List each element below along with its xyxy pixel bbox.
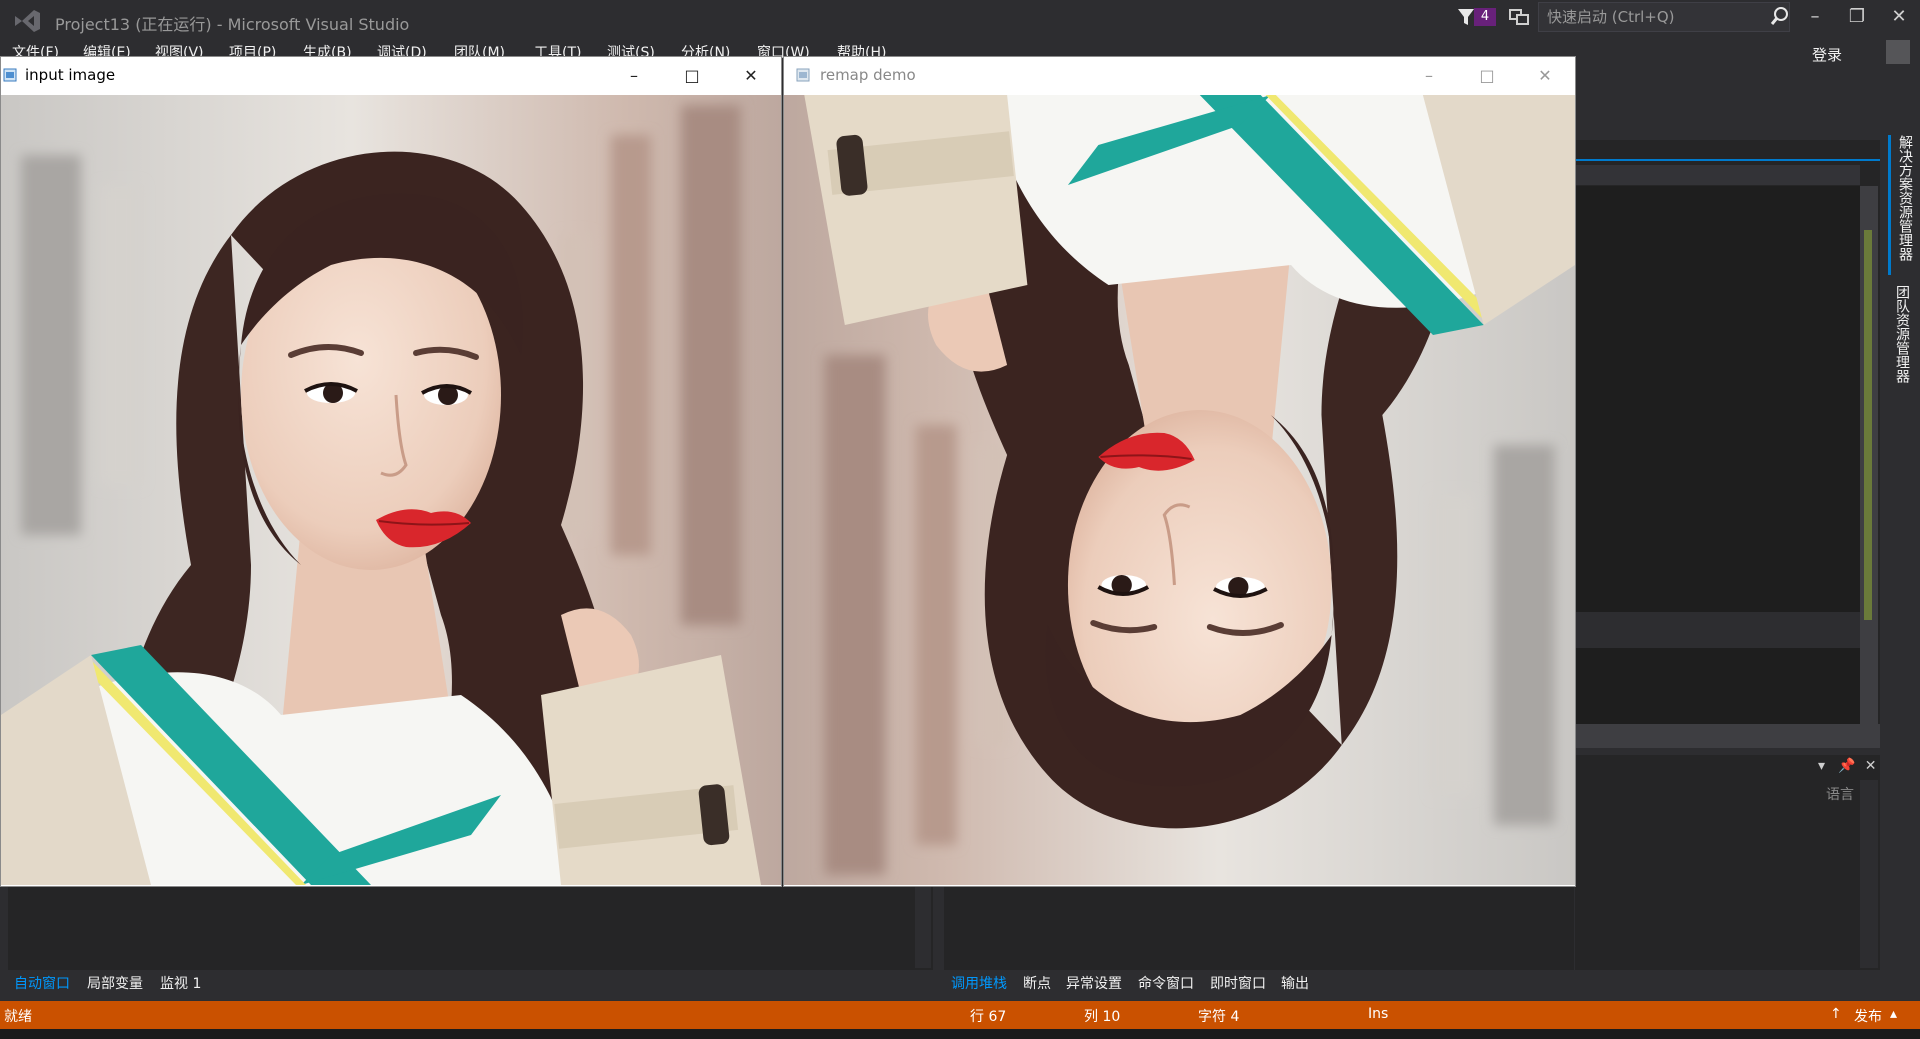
tab-call-stack[interactable]: 调用堆栈 <box>951 973 1007 993</box>
close-icon[interactable]: ✕ <box>736 64 766 88</box>
search-icon[interactable] <box>1770 6 1790 26</box>
tab-command-window[interactable]: 命令窗口 <box>1138 973 1194 993</box>
status-line: 行 67 <box>970 1009 1007 1025</box>
panel-controls: ▾ 📌 ✕ <box>1818 758 1876 774</box>
status-insert-mode: Ins <box>1368 1006 1389 1022</box>
dropdown-icon[interactable]: ▾ <box>1818 758 1825 774</box>
visual-studio-logo-icon <box>15 10 40 32</box>
minimize-icon[interactable]: – <box>619 64 649 88</box>
notification-badge[interactable]: 4 <box>1474 8 1496 26</box>
tab-watch-1[interactable]: 监视 1 <box>160 973 201 993</box>
maximize-icon[interactable]: □ <box>677 64 707 88</box>
window-title: remap demo <box>820 66 916 84</box>
close-icon[interactable]: ✕ <box>1530 64 1560 88</box>
call-stack-window <box>944 880 1574 970</box>
chevron-up-icon[interactable]: ▴ <box>1890 1006 1897 1022</box>
remap-demo-window[interactable]: remap demo – □ ✕ <box>783 56 1576 887</box>
publish-button[interactable]: 发布 <box>1854 1006 1882 1026</box>
scrollbar-thumb[interactable] <box>1864 230 1872 620</box>
tab-autos[interactable]: 自动窗口 <box>14 973 70 993</box>
quick-launch-box[interactable] <box>1538 2 1790 32</box>
filter-icon[interactable] <box>1457 7 1475 27</box>
status-char: 字符 4 <box>1198 1009 1240 1025</box>
side-tab-solution-explorer[interactable]: 解决方案资源管理器 <box>1888 135 1915 275</box>
tab-locals[interactable]: 局部变量 <box>87 973 143 993</box>
status-bar: 就绪 行 67 列 10 字符 4 Ins ↑ 发布 ▴ <box>0 1001 1920 1029</box>
quick-launch-input[interactable] <box>1545 6 1749 28</box>
remap-demo-canvas <box>784 95 1575 885</box>
account-icon[interactable] <box>1886 40 1910 64</box>
status-column: 列 10 <box>1084 1009 1121 1025</box>
tab-immediate-window[interactable]: 即时窗口 <box>1210 973 1266 993</box>
arrow-up-icon[interactable]: ↑ <box>1830 1006 1842 1022</box>
input-image-titlebar[interactable]: input image – □ ✕ <box>1 57 781 95</box>
vertical-scrollbar[interactable] <box>915 882 931 968</box>
restore-icon[interactable]: ❐ <box>1842 6 1872 28</box>
side-tab-team-explorer[interactable]: 团队资源管理器 <box>1888 285 1912 405</box>
opencv-window-icon <box>796 68 810 82</box>
pin-icon[interactable]: 📌 <box>1838 758 1855 774</box>
taskbar-strip <box>0 1029 1920 1039</box>
solution-explorer-toolbar <box>1575 165 1860 185</box>
close-icon[interactable]: ✕ <box>1884 6 1914 28</box>
input-image-canvas <box>1 95 781 885</box>
opencv-window-icon <box>3 68 17 82</box>
vertical-scrollbar[interactable] <box>1860 780 1878 968</box>
tab-exception-settings[interactable]: 异常设置 <box>1066 973 1122 993</box>
status-ready: 就绪 <box>4 1009 32 1025</box>
horizontal-scrollbar[interactable] <box>1575 724 1880 748</box>
minimize-icon[interactable]: – <box>1800 6 1830 28</box>
language-label: 语言 <box>1826 787 1854 803</box>
window-title: input image <box>25 66 116 84</box>
input-image-window[interactable]: input image – □ ✕ <box>0 56 782 887</box>
close-icon[interactable]: ✕ <box>1865 758 1877 774</box>
panel-accent-line <box>1575 159 1880 161</box>
feedback-icon[interactable] <box>1508 6 1530 28</box>
minimize-icon[interactable]: – <box>1414 64 1444 88</box>
window-title: Project13 (正在运行) - Microsoft Visual Stud… <box>55 15 410 34</box>
vs-title-bar: Project13 (正在运行) - Microsoft Visual Stud… <box>0 0 1920 40</box>
remap-demo-titlebar[interactable]: remap demo – □ ✕ <box>784 57 1575 95</box>
tree-row-selected[interactable] <box>1575 612 1860 648</box>
sign-in-link[interactable]: 登录 <box>1812 44 1842 65</box>
maximize-icon[interactable]: □ <box>1472 64 1502 88</box>
tab-output[interactable]: 输出 <box>1281 973 1309 993</box>
tab-breakpoints[interactable]: 断点 <box>1023 973 1051 993</box>
autos-window <box>8 880 933 970</box>
